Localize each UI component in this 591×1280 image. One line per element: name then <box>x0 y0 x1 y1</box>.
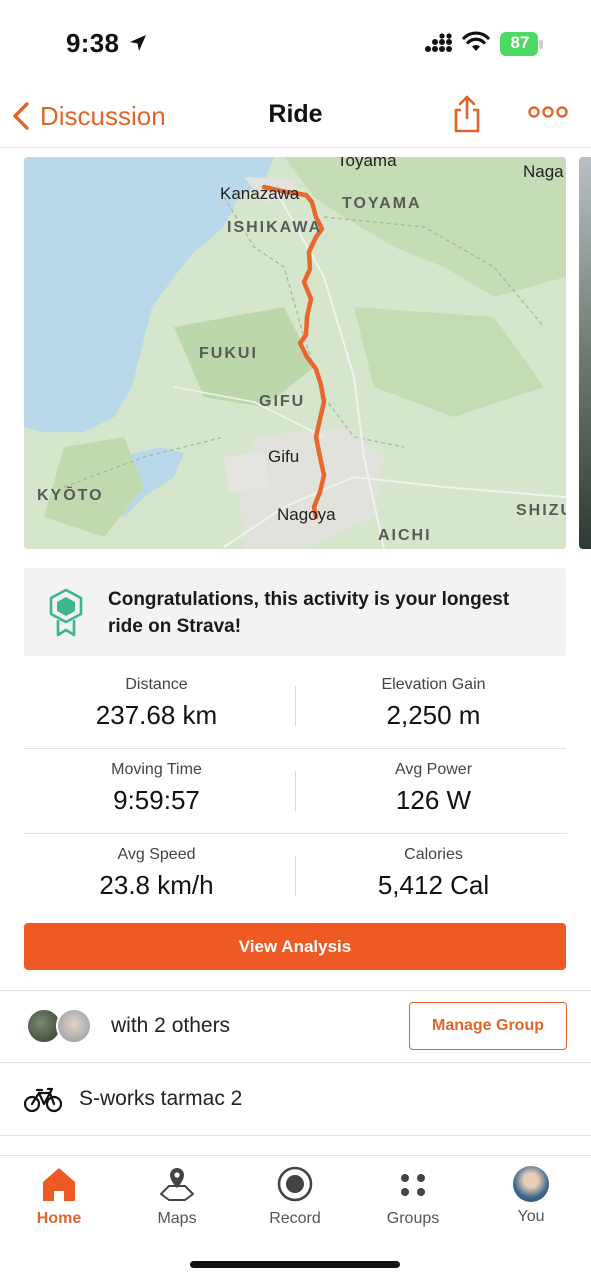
stats-row: Distance 237.68 km Elevation Gain 2,250 … <box>24 664 566 749</box>
divider <box>0 1135 591 1136</box>
tab-you[interactable]: You <box>481 1164 581 1226</box>
navigation-bar: Discussion Ride <box>0 86 591 148</box>
group-row[interactable]: with 2 others Manage Group <box>0 991 591 1063</box>
page-title: Ride <box>268 100 323 128</box>
stat-avg-speed: Avg Speed 23.8 km/h <box>24 846 289 901</box>
map-label-kanazawa: Kanazawa <box>220 184 300 203</box>
stat-label: Elevation Gain <box>381 676 486 693</box>
more-options-icon[interactable] <box>528 104 568 120</box>
groups-icon <box>401 1174 425 1196</box>
stats-row: Avg Speed 23.8 km/h Calories 5,412 Cal <box>24 834 566 919</box>
tab-home[interactable]: Home <box>9 1164 109 1228</box>
maps-icon <box>160 1168 194 1201</box>
stat-label: Distance <box>125 676 188 693</box>
map-label-kyoto: KYŌTO <box>37 487 104 504</box>
stat-moving-time: Moving Time 9:59:57 <box>24 761 289 816</box>
achievement-message: Congratulations, this activity is your l… <box>108 589 510 637</box>
share-icon[interactable] <box>452 94 482 134</box>
bike-name: S-works tarmac 2 <box>79 1087 243 1110</box>
achievement-banner: Congratulations, this activity is your l… <box>24 568 566 656</box>
record-icon <box>277 1166 313 1202</box>
bike-icon <box>24 1087 62 1113</box>
map-label-gifu-city: Gifu <box>268 447 300 466</box>
group-members-text[interactable]: with 2 others <box>111 1014 230 1038</box>
gear-row[interactable]: S-works tarmac 2 <box>0 1063 591 1135</box>
stat-label: Avg Power <box>394 761 473 778</box>
map-label-ishikawa: ISHIKAWA <box>227 219 323 236</box>
tab-groups[interactable]: Groups <box>363 1164 463 1228</box>
map-label-aichi: AICHI <box>378 527 432 544</box>
battery-indicator: 87 <box>500 32 544 56</box>
battery-cap <box>539 40 543 49</box>
map-label-toyama-city: Toyama <box>337 157 397 170</box>
stat-value: 237.68 km <box>95 700 218 730</box>
tab-maps[interactable]: Maps <box>127 1164 227 1228</box>
tab-label: Home <box>36 1210 82 1227</box>
stat-avg-power: Avg Power 126 W <box>301 761 566 816</box>
map-canvas <box>24 157 566 549</box>
wifi-icon <box>462 31 490 51</box>
manage-group-button[interactable]: Manage Group <box>409 1002 567 1050</box>
stat-divider <box>295 686 296 726</box>
stat-divider <box>295 856 296 896</box>
status-bar: 9:38 87 <box>0 0 591 86</box>
stat-divider <box>295 771 296 811</box>
stat-label: Calories <box>404 846 463 863</box>
tab-label: Maps <box>157 1210 197 1227</box>
stat-label: Moving Time <box>111 761 202 778</box>
tab-label: Record <box>269 1210 321 1227</box>
status-time: 9:38 <box>66 28 120 58</box>
photo-carousel-peek[interactable] <box>579 157 591 549</box>
battery-level: 87 <box>510 33 530 52</box>
cellular-signal-icon <box>425 33 452 52</box>
map-label-nagoya: Nagoya <box>277 505 336 524</box>
tab-label: You <box>517 1208 545 1225</box>
map-label-toyama-pref: TOYAMA <box>342 195 422 212</box>
home-indicator <box>190 1261 400 1268</box>
map-label-naga: Naga <box>523 162 564 181</box>
map-label-shizu: SHIZU <box>516 502 566 519</box>
tab-label: Groups <box>386 1210 440 1227</box>
avatar[interactable] <box>56 1008 92 1044</box>
location-arrow-icon <box>130 35 146 51</box>
stat-value: 126 W <box>395 785 472 815</box>
profile-avatar <box>513 1166 549 1202</box>
stat-value: 5,412 Cal <box>377 870 490 900</box>
tab-record[interactable]: Record <box>245 1164 345 1228</box>
stat-value: 9:59:57 <box>113 785 200 815</box>
stat-value: 2,250 m <box>386 700 481 730</box>
view-analysis-button[interactable]: View Analysis <box>24 923 566 970</box>
stat-distance: Distance 237.68 km <box>24 676 289 731</box>
map-label-fukui: FUKUI <box>199 345 258 362</box>
home-icon <box>43 1168 75 1201</box>
map-label-gifu-pref: GIFU <box>259 393 306 410</box>
achievement-badge-icon <box>49 588 83 637</box>
stat-elevation-gain: Elevation Gain 2,250 m <box>301 676 566 731</box>
stat-value: 23.8 km/h <box>99 870 214 900</box>
stat-label: Avg Speed <box>117 846 196 863</box>
activity-stats: Distance 237.68 km Elevation Gain 2,250 … <box>24 664 566 919</box>
route-map[interactable]: Toyama Naga TOYAMA Kanazawa ISHIKAWA FUK… <box>24 157 566 549</box>
stat-calories: Calories 5,412 Cal <box>301 846 566 901</box>
stats-row: Moving Time 9:59:57 Avg Power 126 W <box>24 749 566 834</box>
